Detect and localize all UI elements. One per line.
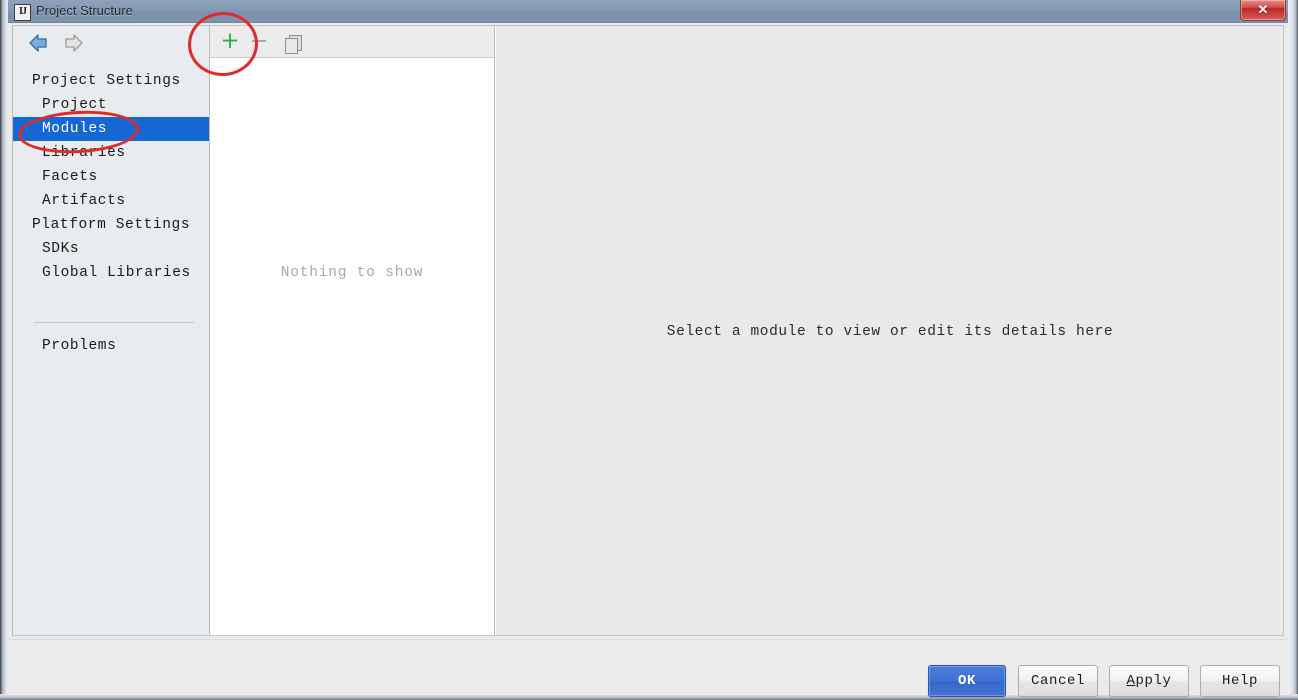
modules-toolbar: + [210, 25, 494, 58]
copy-icon [282, 31, 302, 54]
help-button[interactable]: Help [1200, 665, 1280, 697]
dialog-footer: OK Cancel Apply Help [8, 639, 1288, 697]
sidebar-header-project-settings: Project Settings [32, 73, 181, 89]
window-frame-left [0, 0, 8, 700]
project-structure-dialog: IJ Project Structure ✕ Project Settings … [0, 0, 1298, 700]
window-title: Project Structure [36, 3, 133, 18]
intellij-idea-icon: IJ [14, 4, 31, 21]
sidebar-item-libraries[interactable]: Libraries [12, 141, 209, 165]
apply-button[interactable]: Apply [1109, 665, 1189, 697]
module-details-panel: Select a module to view or edit its deta… [495, 25, 1284, 636]
sidebar-item-global-libraries[interactable]: Global Libraries [12, 261, 209, 285]
sidebar-group-project-settings: Project Settings Project Modules Librari… [12, 69, 209, 213]
sidebar-item-modules[interactable]: Modules [12, 117, 209, 141]
sidebar-item-project[interactable]: Project [12, 93, 209, 117]
plus-icon: + [220, 28, 240, 54]
title-bar: IJ Project Structure ✕ [0, 0, 1298, 23]
modules-list-panel: + Nothing to show [210, 25, 495, 636]
dialog-content: Project Settings Project Modules Librari… [8, 23, 1288, 697]
navigation-arrows [22, 30, 202, 58]
copy-module-button[interactable] [278, 29, 304, 54]
sidebar-divider [34, 322, 194, 323]
window-frame-right [1288, 0, 1298, 700]
close-icon: ✕ [1257, 2, 1269, 17]
minus-icon [252, 40, 266, 42]
sidebar-item-facets[interactable]: Facets [12, 165, 209, 189]
sidebar-group-platform-settings: Platform Settings SDKs Global Libraries [12, 213, 209, 285]
apply-label-rest: pply [1135, 673, 1172, 689]
close-button[interactable]: ✕ [1240, 0, 1286, 21]
sidebar-item-artifacts[interactable]: Artifacts [12, 189, 209, 213]
ok-button[interactable]: OK [928, 665, 1006, 697]
remove-module-button[interactable] [249, 29, 275, 54]
arrow-right-icon[interactable] [60, 30, 86, 56]
sidebar-header-platform-settings: Platform Settings [32, 217, 191, 233]
arrow-left-icon[interactable] [26, 30, 52, 56]
sidebar-group-problems: Problems [12, 334, 209, 358]
add-module-button[interactable]: + [217, 29, 243, 54]
settings-sidebar: Project Settings Project Modules Librari… [12, 25, 210, 636]
cancel-button[interactable]: Cancel [1018, 665, 1098, 697]
details-placeholder-message: Select a module to view or edit its deta… [666, 324, 1114, 340]
empty-list-message: Nothing to show [280, 265, 424, 281]
apply-mnemonic: A [1126, 673, 1136, 689]
sidebar-item-problems[interactable]: Problems [12, 334, 209, 358]
sidebar-item-sdks[interactable]: SDKs [12, 237, 209, 261]
